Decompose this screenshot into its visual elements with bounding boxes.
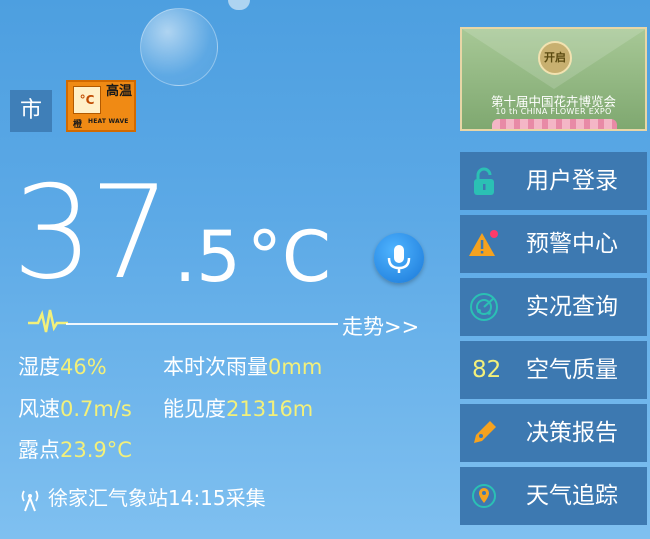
radar-icon [470, 293, 498, 321]
visibility-readout: 能见度21316m [163, 397, 313, 421]
decorative-dot [228, 0, 250, 10]
aqi-value: 82 [472, 357, 502, 383]
menu-user-login[interactable]: 用户登录 [460, 152, 647, 210]
flower-expo-banner[interactable]: 开启 第十届中国花卉博览会 10 th CHINA FLOWER EXPO [460, 27, 647, 131]
voice-button[interactable] [374, 233, 424, 283]
visibility-value: 21316m [226, 397, 314, 421]
menu-weather-tracking[interactable]: 天气追踪 [460, 467, 647, 525]
rain-readout: 本时次雨量0mm [163, 355, 322, 379]
pulse-icon [28, 309, 68, 333]
flowers-decoration [492, 119, 617, 129]
menu-air-quality[interactable]: 82 空气质量 [460, 341, 647, 399]
decorative-bubble [140, 8, 218, 86]
dew-point-readout: 露点23.9°C [18, 438, 132, 462]
temperature-unit: °C [247, 216, 331, 298]
menu-live-query[interactable]: 实况查询 [460, 278, 647, 336]
temperature-integer: 37 [12, 159, 171, 308]
station-info[interactable]: 徐家汇气象站14:15采集 [18, 482, 266, 512]
warning-level: 橙 [73, 120, 83, 130]
menu-label: 用户登录 [526, 168, 618, 194]
menu-label: 预警中心 [526, 231, 618, 257]
humidity-value: 46% [60, 355, 107, 379]
menu-label: 决策报告 [526, 420, 618, 446]
warning-title: 高温 [106, 84, 133, 99]
menu-label: 空气质量 [526, 357, 618, 383]
location-target-icon [472, 484, 496, 508]
menu-alert-center[interactable]: 预警中心 [460, 215, 647, 273]
warning-title-en: HEAT WAVE [88, 118, 129, 125]
humidity-label: 湿度 [18, 355, 60, 379]
microphone-icon [387, 245, 411, 273]
wind-value: 0.7m/s [60, 397, 132, 421]
dew-label: 露点 [18, 438, 60, 462]
dew-value: 23.9°C [60, 438, 132, 462]
antenna-icon [21, 490, 39, 511]
humidity-readout: 湿度46% [18, 355, 107, 379]
rain-value: 0mm [268, 355, 323, 379]
pencil-icon [474, 421, 496, 443]
station-text: 徐家汇气象站14:15采集 [48, 486, 266, 510]
menu-label: 实况查询 [526, 294, 618, 320]
city-label[interactable]: 市 [10, 90, 52, 132]
wind-label: 风速 [18, 397, 60, 421]
menu-decision-report[interactable]: 决策报告 [460, 404, 647, 462]
wind-readout: 风速0.7m/s [18, 397, 132, 421]
trend-link[interactable]: 走势>> [342, 311, 419, 341]
trend-divider [66, 323, 338, 325]
heat-wave-warning-icon[interactable]: °C 高温 橙 HEAT WAVE [66, 80, 136, 132]
lock-icon [474, 167, 494, 195]
temperature-decimal: .5 [174, 216, 241, 298]
warning-triangle-icon [469, 230, 498, 256]
rain-label: 本时次雨量 [163, 355, 268, 379]
visibility-label: 能见度 [163, 397, 226, 421]
thermometer-icon: °C [73, 86, 101, 114]
expo-title-en: 10 th CHINA FLOWER EXPO [495, 107, 612, 116]
menu-label: 天气追踪 [526, 483, 618, 509]
expo-seal-icon: 开启 [538, 41, 572, 75]
